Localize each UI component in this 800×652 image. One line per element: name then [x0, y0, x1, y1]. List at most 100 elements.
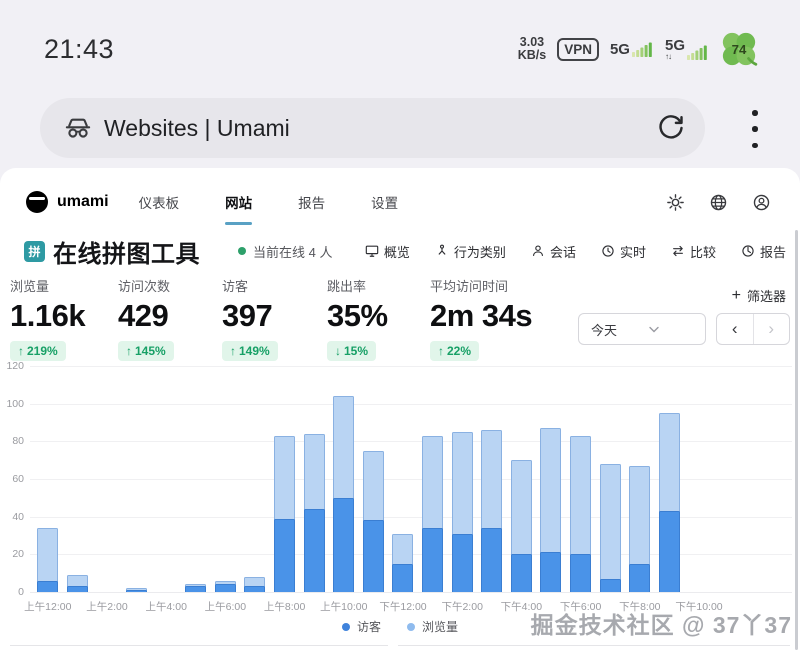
visitors-bar	[67, 586, 88, 592]
nav-item-settings[interactable]: 设置	[371, 192, 398, 212]
metric-change-value: 22%	[447, 344, 471, 358]
legend-item-visitors[interactable]: 访客	[342, 618, 381, 635]
scrollbar[interactable]	[795, 230, 798, 650]
visitors-bar	[37, 581, 58, 592]
filter-label: 筛选器	[747, 286, 786, 305]
tab-events[interactable]: 行为类别	[435, 242, 506, 261]
bottom-panel-right	[398, 645, 790, 652]
add-filter-button[interactable]: + 筛选器	[732, 286, 786, 305]
battery-clover-icon: 74	[720, 30, 758, 68]
nav-items: 仪表板 网站 报告 设置	[139, 192, 399, 212]
tab-compare[interactable]: 比较	[671, 242, 716, 261]
bar-slot	[211, 358, 241, 592]
metric-1: 浏览量1.16k↑219%	[10, 276, 85, 361]
bar-slot	[63, 358, 93, 592]
signal-bars-icon	[687, 44, 709, 60]
visitors-bar	[244, 586, 265, 592]
data-arrows-icon: ↑↓	[665, 53, 685, 60]
legend-dot-icon	[407, 623, 415, 631]
nav-item-reports[interactable]: 报告	[298, 192, 325, 212]
y-axis-tick: 80	[0, 435, 24, 447]
bar-slot	[122, 358, 152, 592]
tab-overview[interactable]: 概览	[365, 242, 410, 261]
tab-sessions[interactable]: 会话	[531, 242, 576, 261]
metric-value: 1.16k	[10, 298, 85, 334]
metric-value: 35%	[327, 298, 388, 334]
metric-label: 跳出率	[327, 276, 388, 295]
umami-page: umami 仪表板网站报告设置 拼 在线拼图工具 当前在线 4 人 概览行为类别…	[0, 168, 800, 652]
address-bar[interactable]: Websites | Umami	[40, 98, 705, 158]
x-axis-tick: 上午10:00	[320, 599, 367, 614]
active-users: 当前在线 4 人	[238, 242, 332, 261]
brand-name[interactable]: umami	[57, 193, 109, 211]
browser-menu-button[interactable]	[752, 110, 758, 148]
plus-icon: +	[732, 289, 741, 303]
prev-period-button[interactable]: ‹	[717, 314, 754, 344]
nav-item-dashboard[interactable]: 仪表板	[139, 192, 180, 212]
reload-button[interactable]	[657, 114, 685, 142]
x-axis-tick: 上午4:00	[145, 599, 186, 614]
arrow-up-icon: ↑	[230, 344, 236, 358]
visitors-bar	[304, 509, 325, 592]
language-globe-icon[interactable]	[710, 194, 727, 211]
visitors-bar	[570, 554, 591, 592]
nav-item-websites[interactable]: 网站	[225, 192, 252, 212]
metric-value: 429	[118, 298, 174, 334]
tab-label: 会话	[550, 242, 576, 261]
tab-label: 比较	[690, 242, 716, 261]
bar-slot	[329, 358, 359, 592]
visitors-bar	[392, 564, 413, 592]
profile-icon[interactable]	[753, 194, 770, 211]
nav-icons	[667, 194, 770, 211]
y-axis-tick: 100	[0, 398, 24, 410]
legend-item-pageviews[interactable]: 浏览量	[407, 618, 458, 635]
site-favicon: 拼	[24, 241, 45, 262]
status-icons: 3.03 KB/s VPN 5G 5G ↑↓	[518, 30, 758, 68]
arrow-up-icon: ↑	[18, 344, 24, 358]
tab-reports[interactable]: 报告	[741, 242, 786, 261]
visitors-bar	[215, 584, 236, 592]
metric-change-value: 219%	[27, 344, 58, 358]
svg-text:74: 74	[732, 42, 747, 57]
metric-label: 平均访问时间	[430, 276, 532, 295]
visitors-bar	[481, 528, 502, 592]
date-range-select[interactable]: 今天	[578, 313, 706, 345]
bar-slot	[447, 358, 477, 592]
theme-toggle-icon[interactable]	[667, 194, 684, 211]
visitors-bar	[600, 579, 621, 592]
visitors-bar	[452, 534, 473, 592]
vpn-badge-icon: VPN	[557, 38, 599, 61]
bar-slot	[566, 358, 596, 592]
next-period-button[interactable]: ›	[754, 314, 790, 344]
traffic-chart: 120100806040200上午12:00上午2:00上午4:00上午6:00…	[0, 358, 800, 614]
y-axis-tick: 0	[0, 586, 24, 598]
realtime-icon	[601, 244, 615, 258]
umami-logo-icon[interactable]	[26, 191, 48, 213]
metric-4: 跳出率35%↓15%	[327, 276, 388, 361]
x-axis-tick: 下午2:00	[441, 599, 482, 614]
bottom-panel-left	[10, 645, 388, 652]
arrow-up-icon: ↑	[438, 344, 444, 358]
visitors-bar	[629, 564, 650, 592]
legend-dot-icon	[342, 623, 350, 631]
tab-label: 行为类别	[454, 242, 506, 261]
tab-realtime[interactable]: 实时	[601, 242, 646, 261]
reports-icon	[741, 244, 755, 258]
gridline	[30, 592, 792, 593]
site-header: 拼 在线拼图工具 当前在线 4 人 概览行为类别会话实时比较报告	[0, 234, 800, 268]
events-icon	[435, 244, 449, 258]
sessions-icon	[531, 244, 545, 258]
metric-change-value: 149%	[239, 344, 270, 358]
bar-slot	[270, 358, 300, 592]
visitors-bar	[333, 498, 354, 592]
active-users-label: 当前在线 4 人	[253, 242, 332, 261]
bar-slot	[507, 358, 537, 592]
tab-label: 报告	[760, 242, 786, 261]
bar-slot	[536, 358, 566, 592]
y-axis-tick: 120	[0, 360, 24, 372]
umami-nav: umami 仪表板 网站 报告 设置	[0, 182, 800, 222]
bar-slot	[388, 358, 418, 592]
visitors-bar	[185, 586, 206, 592]
browser-address-row: Websites | Umami	[0, 92, 800, 168]
tab-label: 概览	[384, 242, 410, 261]
